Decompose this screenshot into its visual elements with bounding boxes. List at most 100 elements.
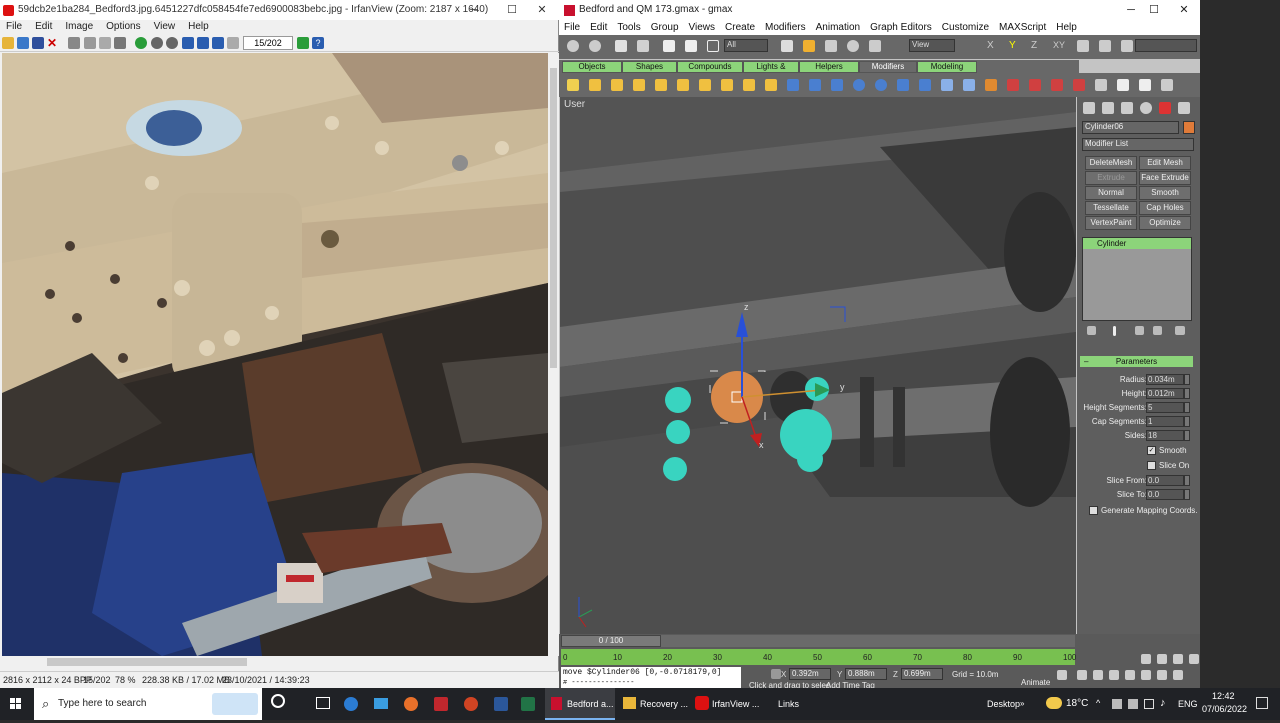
firefox-icon[interactable] [404,697,418,711]
modifier-tool-icon[interactable] [699,79,711,91]
zoom-out-icon[interactable] [166,37,178,49]
modifier-tool-icon[interactable] [1095,79,1107,91]
modifier-tool-icon[interactable] [765,79,777,91]
first-icon[interactable] [212,37,224,49]
goto-end-icon[interactable] [1125,670,1135,680]
motion-tab-icon[interactable] [1140,102,1152,114]
powerpoint-icon[interactable] [464,697,478,711]
cap-segments-field[interactable]: 1 [1146,416,1184,427]
object-name-field[interactable]: Cylinder06 [1082,121,1179,134]
excel-icon[interactable] [521,697,535,711]
sides-spinner[interactable] [1184,430,1190,441]
cap-holes-button[interactable]: Cap Holes [1139,201,1191,215]
generate-mapping-checkbox[interactable] [1089,506,1098,515]
modifier-list-dropdown[interactable]: Modifier List [1082,138,1194,151]
print-icon[interactable] [227,37,239,49]
clock-date[interactable]: 07/06/2022 [1202,704,1247,714]
modifier-tool-icon[interactable] [919,79,931,91]
gmax-menu-tools[interactable]: Tools [612,20,645,33]
redo-icon[interactable] [589,40,601,52]
chevron-right-icon[interactable]: » [1020,699,1024,708]
stack-item-cylinder[interactable]: Cylinder [1083,238,1191,249]
select-icon[interactable] [663,40,675,52]
network-icon[interactable] [1144,699,1154,709]
sides-field[interactable]: 18 [1146,430,1184,441]
modifier-tool-icon[interactable] [1029,79,1041,91]
display-tab-icon[interactable] [1159,102,1171,114]
taskbar-app-gmax[interactable]: Bedford a... [545,688,615,720]
optimize-button[interactable]: Optimize [1139,216,1191,230]
links-toolbar[interactable]: Links [778,688,799,720]
modifier-tool-icon[interactable] [1139,79,1151,91]
modifier-tool-icon[interactable] [743,79,755,91]
restrict-x-icon[interactable]: X [987,40,999,52]
gmax-close-button[interactable]: ✕ [1167,0,1201,20]
reference-coord-dropdown[interactable]: View [909,39,955,52]
menu-edit[interactable]: Edit [29,20,59,32]
select-by-name-icon[interactable] [685,40,697,52]
slice-from-spinner[interactable] [1184,475,1190,486]
access-icon[interactable] [434,697,448,711]
lock-selection-icon[interactable] [771,669,781,679]
page-counter-field[interactable]: 15/202 [243,36,293,50]
modifier-tool-icon[interactable] [963,79,975,91]
taskbar-app-irfanview[interactable]: IrfanView ... [690,688,762,720]
settings-icon[interactable] [297,37,309,49]
modifier-tool-icon[interactable] [1051,79,1063,91]
named-selection-field[interactable] [1135,39,1197,52]
scale-icon[interactable] [869,40,881,52]
field-of-view-icon[interactable] [1141,654,1151,664]
cortana-icon[interactable] [271,694,285,708]
slice-to-spinner[interactable] [1184,489,1190,500]
paste-icon[interactable] [99,37,111,49]
temperature[interactable]: 18°C [1066,698,1088,709]
modifier-tool-icon[interactable] [897,79,909,91]
slice-to-field[interactable]: 0.0 [1146,489,1184,500]
tray-icon[interactable] [1128,699,1138,709]
height-segments-spinner[interactable] [1184,402,1190,413]
pan-icon[interactable] [1157,654,1167,664]
gmax-menu-customize[interactable]: Customize [937,20,994,33]
menu-image[interactable]: Image [59,20,100,32]
modifier-tool-icon[interactable] [1073,79,1085,91]
menu-view[interactable]: View [148,20,183,32]
time-slider-track[interactable]: 0 / 100 [561,635,1075,647]
move-alt-icon[interactable] [825,40,837,52]
prev-frame-icon[interactable] [1077,670,1087,680]
move-icon[interactable] [803,40,815,52]
align-icon[interactable] [1099,40,1111,52]
zoom-in-icon[interactable] [151,37,163,49]
modifier-tool-icon[interactable] [633,79,645,91]
coord-x-field[interactable]: 0.392m [789,668,831,680]
maximize-button[interactable]: ☐ [495,0,529,20]
material-editor-icon[interactable] [1121,40,1133,52]
gmax-menu-create[interactable]: Create [720,20,760,33]
zoom-viewport-icon[interactable] [1141,670,1151,680]
tab-compounds[interactable]: Compounds [677,61,743,73]
copy-icon[interactable] [84,37,96,49]
edge-icon[interactable] [344,697,358,711]
photo-canvas[interactable] [2,53,548,656]
gmax-titlebar[interactable]: Bedford and QM 173.gmax - gmax [559,0,1200,20]
close-button[interactable]: ✕ [525,0,559,20]
parameters-rollout-header[interactable]: – Parameters [1080,356,1193,367]
open-folder-icon[interactable] [2,37,14,49]
modifier-tool-icon[interactable] [589,79,601,91]
normal-button[interactable]: Normal [1085,186,1137,200]
gmax-menu-maxscript[interactable]: MAXScript [994,20,1051,33]
timeline[interactable]: 0 10 20 30 40 50 60 70 80 90 100 [561,649,1076,665]
height-spinner[interactable] [1184,388,1190,399]
link-icon[interactable] [615,40,627,52]
volume-icon[interactable]: ♪ [1160,697,1166,709]
pin-stack-icon[interactable] [1087,326,1096,335]
start-button[interactable] [0,688,32,720]
info-icon[interactable] [135,37,147,49]
mail-icon[interactable] [374,698,388,709]
arc-rotate-icon[interactable] [1173,654,1183,664]
smooth-checkbox[interactable]: ✓ [1147,446,1156,455]
modifier-tool-icon[interactable] [875,79,887,91]
region-select-icon[interactable] [707,40,719,52]
time-slider-thumb[interactable]: 0 / 100 [561,635,661,647]
gmax-menu-views[interactable]: Views [684,20,721,33]
taskbar-app-recovery[interactable]: Recovery ... [617,688,688,720]
